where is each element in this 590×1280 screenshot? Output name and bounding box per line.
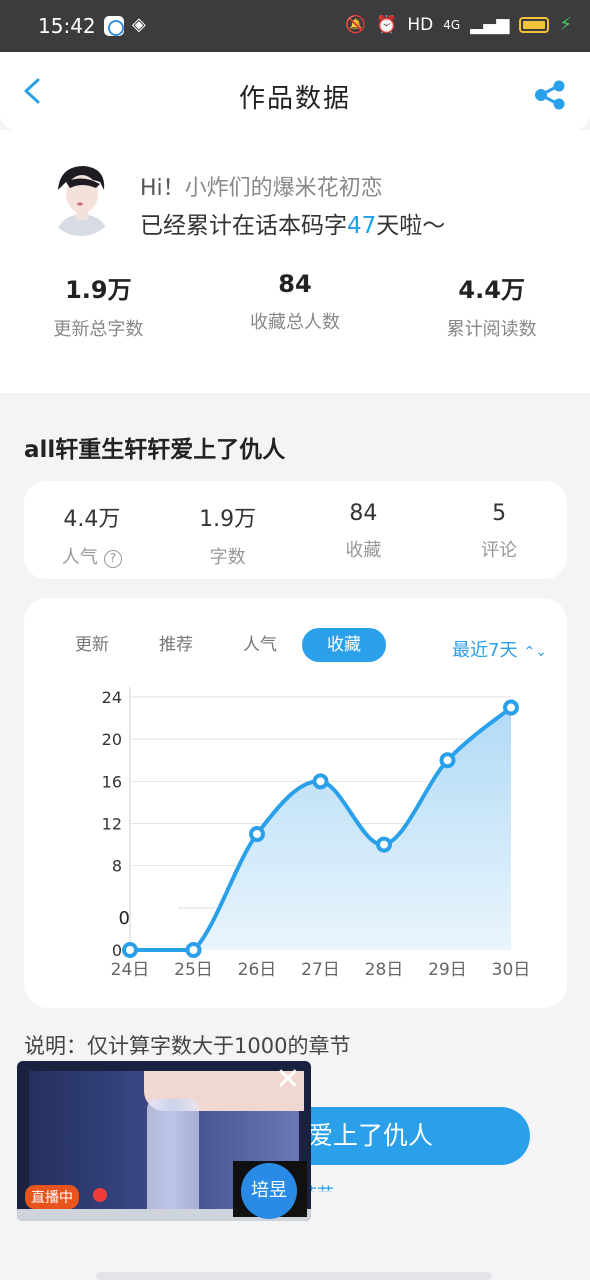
- stat-total-words: 1.9万 更新总字数: [0, 270, 197, 341]
- stat-label: 人气: [61, 547, 98, 568]
- page-title: 作品数据: [238, 84, 351, 114]
- x-tick-label: 27日: [301, 960, 340, 980]
- favorites-area: [130, 707, 511, 950]
- layers-icon: ◈: [132, 14, 146, 35]
- data-point: [249, 826, 265, 843]
- work-stat-words: 1.9万 字数: [160, 481, 296, 579]
- app-notification-icon: [104, 16, 124, 36]
- y-tick-label: 20: [102, 730, 122, 749]
- work-title: all轩重生轩轩爱上了仇人: [24, 437, 286, 463]
- status-icons: 🔕 ⏰ HD 4G ▂▄▆ ⚡: [345, 14, 572, 35]
- writing-days: 已经累计在话本码字47天啦～: [140, 206, 445, 240]
- signal-4g-label: 4G: [443, 17, 461, 32]
- stat-value: 4.4万: [63, 507, 121, 532]
- home-indicator: [96, 1272, 492, 1280]
- y-tick-label: 0: [112, 941, 122, 960]
- video-bottle: [147, 1099, 199, 1221]
- stat-label: 字数: [209, 547, 246, 568]
- stat-value: 1.9万: [65, 276, 132, 304]
- close-icon[interactable]: ✕: [275, 1065, 301, 1095]
- stat-label: 更新总字数: [53, 319, 144, 340]
- work-stats-card: 4.4万 人气? 1.9万 字数 84 收藏 5 评论: [24, 481, 567, 579]
- stat-total-favorites: 84 收藏总人数: [197, 270, 394, 341]
- favorites-chart: 2420161280024日 25日 26日 27日 28日 29日 30日: [102, 687, 531, 980]
- y-tick-label: 8: [112, 857, 122, 876]
- stat-label: 评论: [481, 540, 518, 561]
- days-suffix: 天啦～: [376, 213, 446, 239]
- y-tick-label: 12: [102, 815, 122, 834]
- data-point: [439, 752, 456, 769]
- y-tick-label: 0: [119, 908, 130, 929]
- button-label: 爱上了仇人: [308, 1121, 434, 1150]
- stat-label: 收藏: [345, 540, 382, 561]
- stat-label: 累计阅读数: [446, 319, 537, 340]
- help-icon[interactable]: ?: [103, 550, 122, 568]
- share-icon[interactable]: [534, 80, 566, 110]
- chart-note: 说明：仅计算字数大于1000的章节: [24, 1034, 351, 1058]
- mute-icon: 🔕: [344, 14, 367, 35]
- stat-label: 收藏总人数: [250, 312, 340, 333]
- days-prefix: 已经累计在话本码字: [140, 213, 347, 239]
- work-stat-popularity: 4.4万 人气?: [24, 481, 160, 579]
- stat-value: 84: [349, 501, 378, 526]
- status-bar: 15:42 ◈ 🔕 ⏰ HD 4G ▂▄▆ ⚡: [0, 0, 590, 52]
- stat-value: 84: [278, 270, 312, 298]
- avatar[interactable]: [44, 160, 118, 236]
- charging-icon: ⚡: [559, 14, 572, 35]
- data-point: [312, 773, 329, 790]
- stat-total-reads: 4.4万 累计阅读数: [393, 270, 590, 341]
- stat-value: 5: [492, 501, 507, 526]
- profile-stats: 1.9万 更新总字数 84 收藏总人数 4.4万 累计阅读数: [0, 270, 590, 341]
- streamer-avatar-text: 培昱: [241, 1163, 297, 1219]
- data-point: [376, 836, 392, 853]
- y-tick-label: 16: [102, 772, 122, 791]
- x-tick-label: 25日: [174, 960, 213, 980]
- chart-card: 更新 推荐 人气 收藏 最近7天 ⌃⌄ 24 20 16 12 8 0 0 24日 25日 26日 2…: [24, 598, 567, 1008]
- record-dot-icon: [93, 1188, 107, 1202]
- alarm-icon: ⏰: [376, 14, 398, 35]
- stat-value: 1.9万: [199, 507, 257, 532]
- work-stat-comments: 5 评论: [431, 481, 567, 579]
- y-tick-label: 24: [102, 688, 122, 707]
- streamer-avatar[interactable]: 培昱: [233, 1161, 307, 1219]
- days-count: 47: [347, 213, 377, 239]
- work-stat-favorites: 84 收藏: [296, 481, 432, 579]
- nav-bar: 作品数据: [0, 52, 590, 130]
- greeting-prefix: Hi！: [140, 176, 185, 201]
- x-tick-label: 30日: [492, 960, 531, 980]
- stat-value: 4.4万: [458, 276, 525, 304]
- data-point: [185, 942, 202, 958]
- battery-icon: [519, 16, 550, 33]
- x-tick-label: 26日: [238, 960, 277, 980]
- nickname: 小炸们的爆米花初恋: [184, 176, 383, 201]
- live-badge: 直播中: [25, 1185, 79, 1209]
- live-video-overlay[interactable]: ✕ 直播中 培昱: [17, 1061, 311, 1221]
- hd-label: HD: [407, 14, 434, 35]
- profile-section: Hi！小炸们的爆米花初恋 已经累计在话本码字47天啦～ 1.9万 更新总字数 8…: [0, 130, 590, 393]
- x-tick-label: 29日: [428, 960, 467, 980]
- x-tick-label: 28日: [365, 960, 404, 980]
- status-time: 15:42: [38, 14, 96, 38]
- x-tick-label: 24日: [111, 960, 150, 980]
- signal-icon: ▂▄▆: [470, 14, 510, 35]
- data-point: [503, 699, 519, 716]
- greeting: Hi！小炸们的爆米花初恋: [140, 170, 383, 202]
- data-point: [122, 942, 138, 958]
